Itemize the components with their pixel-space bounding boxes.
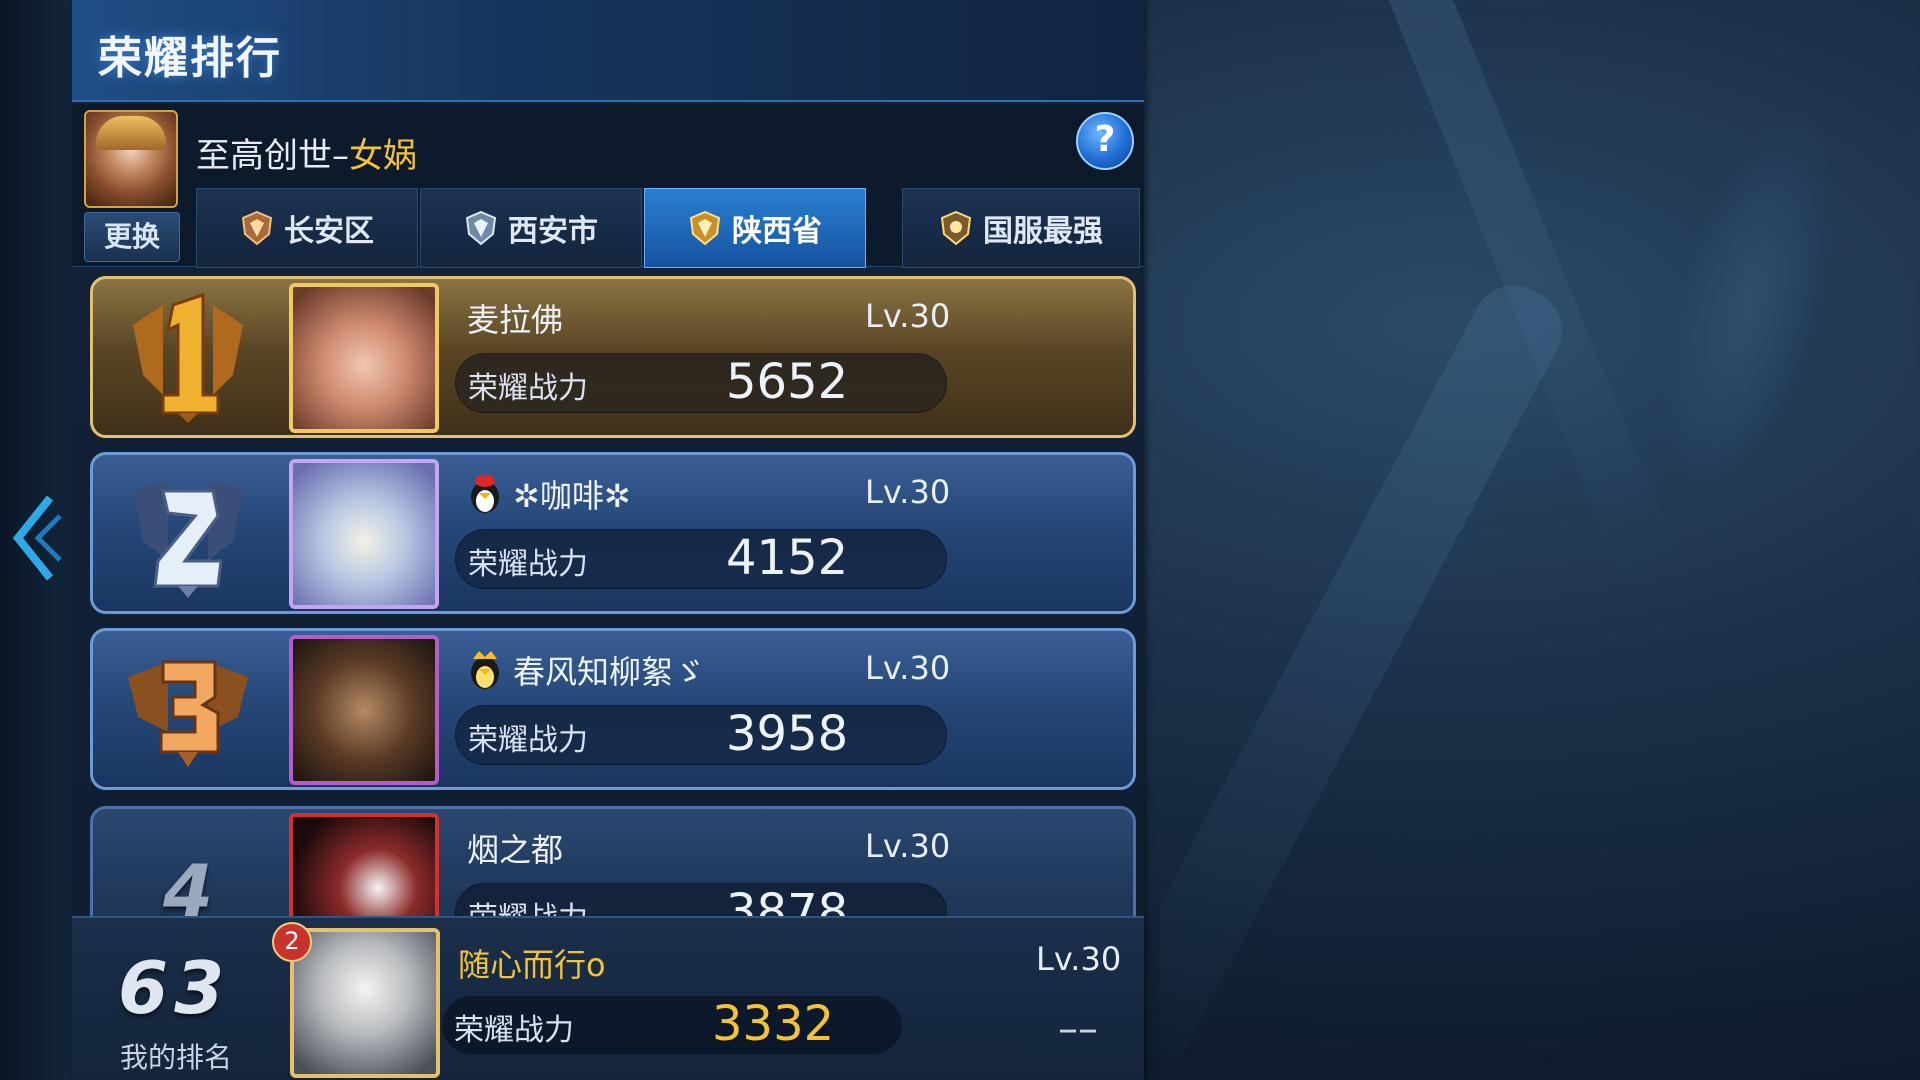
notification-badge: 2: [272, 922, 312, 962]
shield-silver-icon: [465, 210, 497, 246]
rank-3-badge-icon: [128, 660, 248, 767]
qq-red-icon: [471, 475, 499, 513]
power-label: 荣耀战力: [454, 1013, 574, 1048]
tab-label: 国服最强: [983, 214, 1103, 249]
tab-national[interactable]: 国服最强: [902, 188, 1140, 268]
ranking-row[interactable]: ✲咖啡✲ Lv.30 荣耀战力 4152: [90, 452, 1136, 614]
title-bar: 荣耀排行: [72, 0, 1144, 102]
ranking-panel: 荣耀排行 更换 至高创世–女娲 ? 长安区 西安市 陕西省 国服最强 麦拉佛 L…: [72, 0, 1144, 1080]
my-avatar[interactable]: [290, 928, 440, 1078]
tab-district[interactable]: 长安区: [196, 188, 418, 268]
player-level: Lv.30: [865, 297, 951, 335]
power-label: 荣耀战力: [468, 547, 588, 582]
my-rank-label: 我的排名: [120, 1041, 233, 1074]
tab-label: 西安市: [508, 214, 598, 249]
power-bar: 荣耀战力 4152: [455, 529, 947, 589]
power-bar: 荣耀战力 5652: [455, 353, 947, 413]
qq-gold-icon: [471, 651, 499, 689]
tab-label: 长安区: [284, 214, 374, 249]
my-power-value: 3332: [712, 996, 835, 1052]
power-label: 荣耀战力: [468, 723, 588, 758]
change-hero-button[interactable]: 更换: [84, 212, 180, 262]
my-power-bar: 荣耀战力 3332: [442, 996, 902, 1054]
my-player-name: 随心而行o: [458, 946, 606, 984]
player-name: 麦拉佛: [467, 301, 564, 339]
player-name: 春风知柳絮ゞ: [513, 653, 706, 691]
power-bar: 荣耀战力 3958: [455, 705, 947, 765]
power-label: 荣耀战力: [468, 371, 588, 406]
my-rank-number: 63: [118, 946, 231, 1030]
ranking-row[interactable]: 春风知柳絮ゞ Lv.30 荣耀战力 3958: [90, 628, 1136, 790]
power-value: 5652: [726, 354, 849, 410]
help-button[interactable]: ?: [1076, 112, 1134, 170]
page-title: 荣耀排行: [98, 33, 282, 84]
shield-bronze-icon: [241, 210, 273, 246]
background-decoration: [1160, 0, 1920, 1080]
player-level: Lv.30: [865, 827, 951, 865]
tab-province[interactable]: 陕西省: [644, 188, 866, 268]
tab-city[interactable]: 西安市: [420, 188, 642, 268]
my-rank-row: 63 我的排名 2 随心而行o Lv.30 荣耀战力 3332 ––: [72, 916, 1144, 1080]
rank-change-indicator: ––: [1058, 1006, 1098, 1052]
player-avatar[interactable]: [289, 459, 439, 609]
my-player-level: Lv.30: [1036, 940, 1122, 978]
player-avatar[interactable]: [289, 283, 439, 433]
player-name: ✲咖啡✲: [513, 477, 631, 515]
hero-avatar[interactable]: [84, 110, 178, 208]
rank-2-badge-icon: [133, 481, 243, 598]
player-avatar[interactable]: [289, 635, 439, 785]
hero-name-prefix: 至高创世–: [196, 136, 349, 176]
power-value: 3958: [726, 706, 849, 762]
player-level: Lv.30: [865, 473, 951, 511]
crown-shield-icon: [940, 210, 972, 246]
rank-1-badge-icon: [133, 292, 243, 423]
back-arrow-icon[interactable]: [10, 488, 62, 588]
player-level: Lv.30: [865, 649, 951, 687]
power-value: 4152: [726, 530, 849, 586]
side-strip: [0, 0, 72, 1080]
tab-label: 陕西省: [732, 214, 822, 249]
player-name: 烟之都: [467, 831, 564, 869]
shield-gold-icon: [689, 210, 721, 246]
hero-name-highlight: 女娲: [349, 136, 417, 176]
hero-name: 至高创世–女娲: [196, 128, 417, 177]
ranking-row[interactable]: 麦拉佛 Lv.30 荣耀战力 5652: [90, 276, 1136, 438]
